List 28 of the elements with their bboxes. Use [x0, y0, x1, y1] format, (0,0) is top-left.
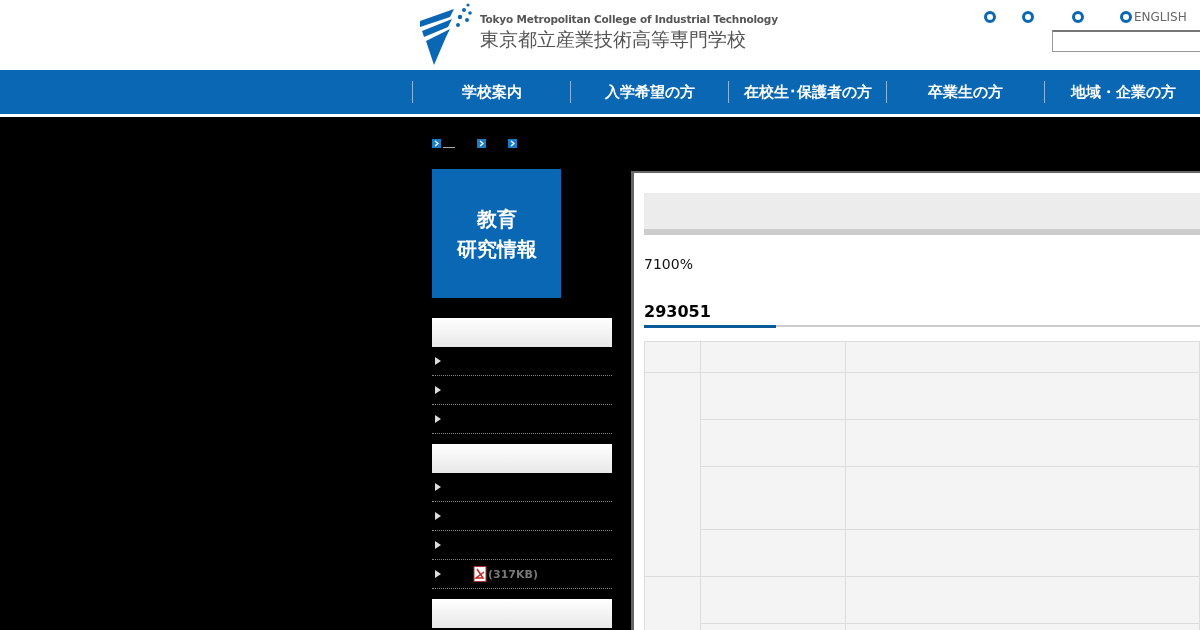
logo-english-name: Tokyo Metropolitan College of Industrial Technology — [480, 13, 778, 25]
file-size: (317KB) — [488, 567, 538, 581]
chevron-icon — [432, 138, 441, 148]
ring-icon[interactable] — [1022, 11, 1034, 23]
chevron-icon — [477, 138, 486, 148]
nav-link[interactable]: 地域・企業の方 — [1044, 81, 1200, 103]
triangle-icon — [435, 357, 441, 365]
nav-link[interactable]: 在校生･保護者の方 — [728, 81, 886, 103]
english-link[interactable]: ENGLISH — [1120, 10, 1187, 24]
triangle-icon — [435, 415, 441, 423]
section-banner: 教育 研究情報 — [432, 169, 561, 298]
pdf-icon — [473, 566, 488, 582]
search-field[interactable] — [1052, 30, 1200, 52]
logo-japanese-name: 東京都立産業技術高等専門学校 — [480, 27, 747, 52]
section-heading: 293051 — [644, 302, 776, 328]
ring-icon[interactable] — [1072, 11, 1084, 23]
lead-text: 7100% — [644, 256, 694, 272]
chevron-icon — [508, 138, 517, 148]
nav-link[interactable]: 卒業生の方 — [886, 81, 1044, 103]
triangle-icon — [435, 512, 441, 520]
nav-link[interactable]: 学校案内 — [412, 81, 570, 103]
nav-link[interactable]: 入学希望の方 — [570, 81, 728, 103]
triangle-icon — [435, 386, 441, 394]
triangle-icon — [435, 570, 441, 578]
logo-icon — [420, 1, 474, 65]
ring-icon[interactable] — [984, 11, 996, 23]
triangle-icon — [435, 541, 441, 549]
triangle-icon — [435, 483, 441, 491]
